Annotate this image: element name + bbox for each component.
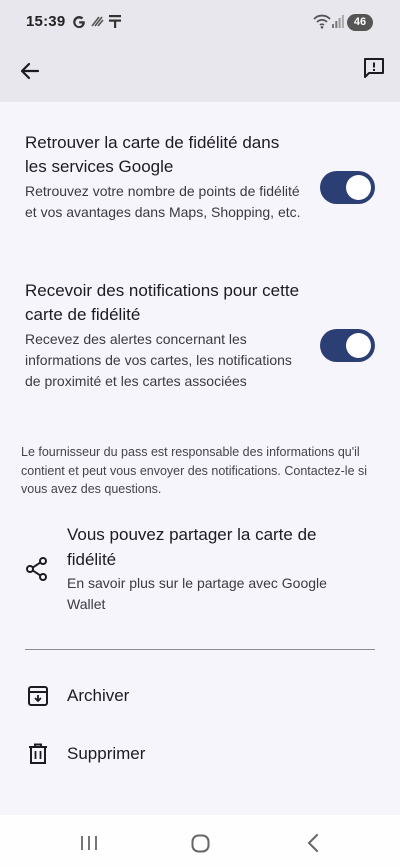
status-bar: 15:39 46 xyxy=(0,0,400,44)
archive-icon[interactable] xyxy=(27,685,49,707)
app-bar xyxy=(0,44,400,102)
share-icon[interactable] xyxy=(26,557,48,581)
share-card-title[interactable]: Vous pouvez partager la carte de fidélit… xyxy=(67,522,367,572)
setting-notifications-description: Recevez des alertes concernant les infor… xyxy=(25,331,292,389)
setting-google-services-description: Retrouvez votre nombre de points de fidé… xyxy=(25,183,301,220)
arrow-back-icon[interactable] xyxy=(18,59,42,83)
wifi-icon xyxy=(313,14,331,29)
battery-indicator: 46 xyxy=(347,14,373,31)
back-icon[interactable] xyxy=(307,834,319,852)
delete-button[interactable]: Supprimer xyxy=(67,742,145,766)
delete-icon[interactable] xyxy=(28,743,48,765)
setting-notifications-title: Recevoir des notifications pour cette ca… xyxy=(25,281,300,324)
toggle-knob xyxy=(346,333,371,358)
call-icon xyxy=(91,16,104,27)
signal-icon xyxy=(332,15,344,28)
notifications-toggle[interactable] xyxy=(320,329,375,362)
status-time: 15:39 xyxy=(26,13,66,30)
google-services-toggle[interactable] xyxy=(320,171,375,204)
google-g-icon xyxy=(73,16,85,28)
divider xyxy=(25,649,375,650)
toggle-knob xyxy=(346,175,371,200)
home-icon[interactable] xyxy=(191,834,210,853)
system-nav-bar xyxy=(0,815,400,867)
share-card-learn-more[interactable]: En savoir plus sur le partage avec Googl… xyxy=(67,573,367,615)
recent-apps-icon[interactable] xyxy=(80,835,98,851)
pass-provider-footnote: Le fournisseur du pass est responsable d… xyxy=(21,445,368,496)
setting-google-services-title: Retrouver la carte de fidélité dans les … xyxy=(25,133,280,176)
archive-button[interactable]: Archiver xyxy=(67,684,129,708)
feedback-icon[interactable] xyxy=(362,56,386,80)
notification-icon xyxy=(109,15,121,28)
